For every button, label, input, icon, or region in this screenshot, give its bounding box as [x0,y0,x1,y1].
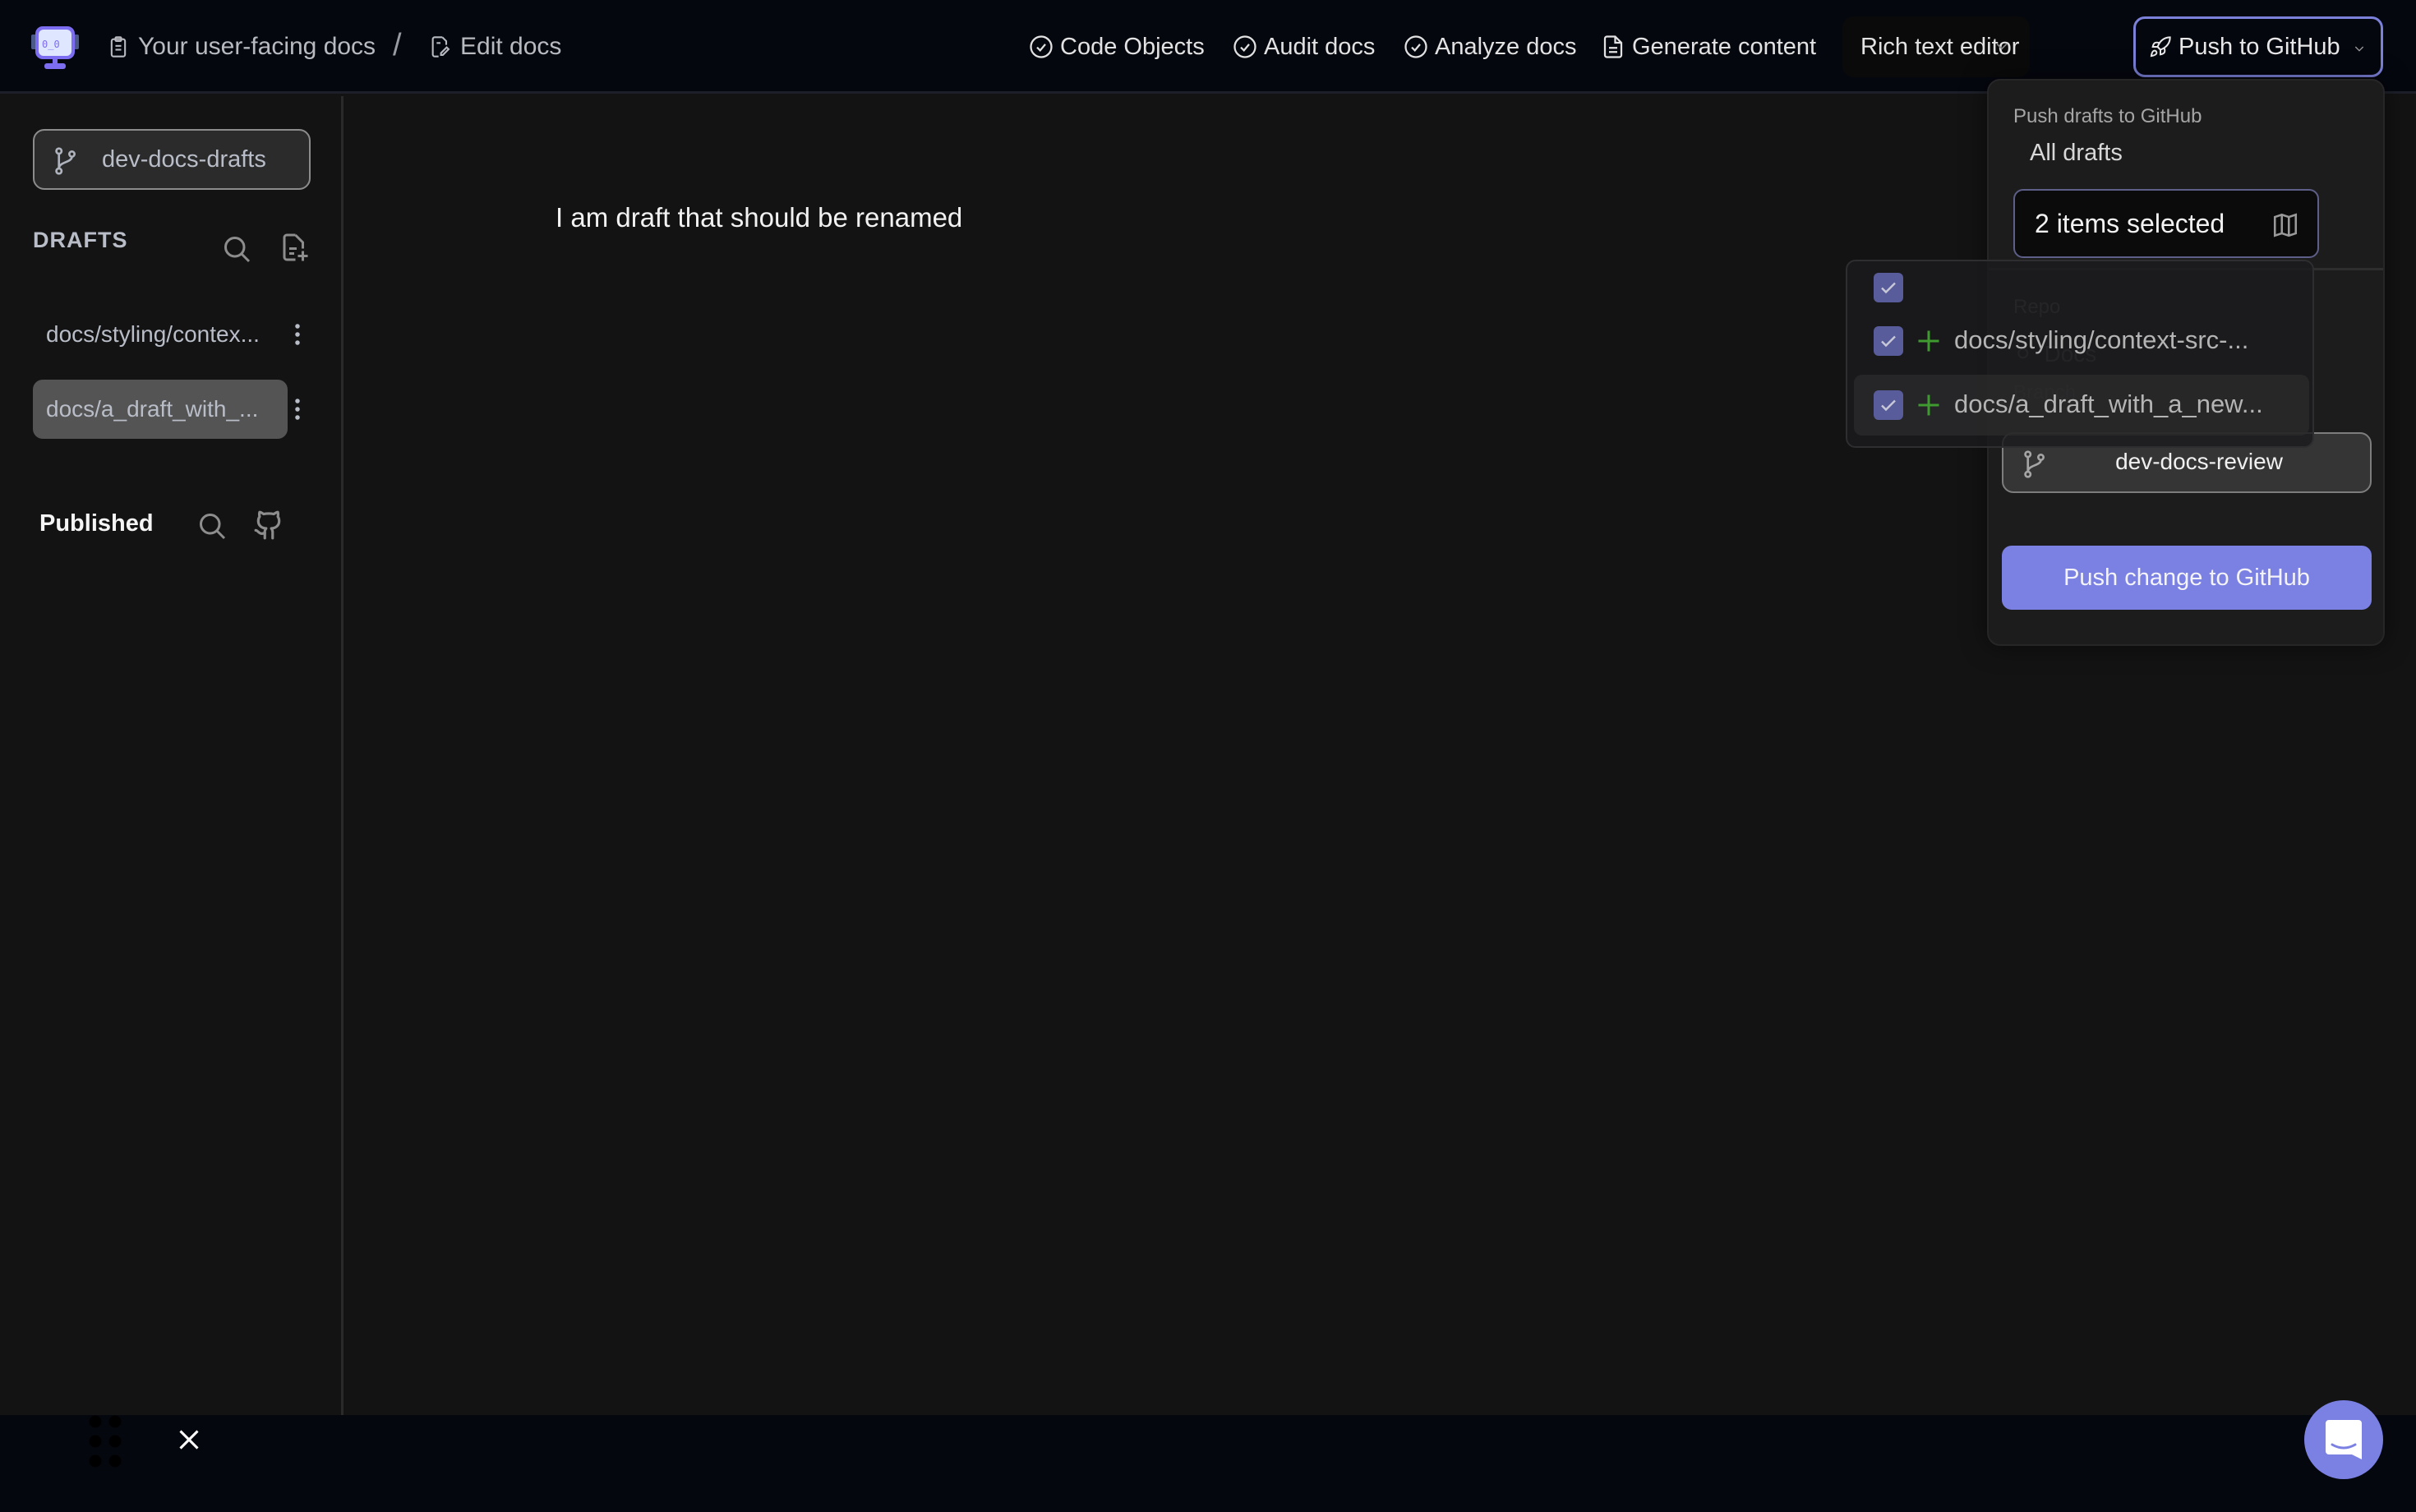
app-logo-icon[interactable]: 0_0 [31,25,79,71]
breadcrumb-separator: / [393,28,402,62]
push-to-github-button[interactable]: Push to GitHub [2133,16,2383,77]
drafts-heading: DRAFTS [33,228,128,252]
editor-content[interactable]: I am draft that should be renamed [556,202,962,233]
nav-audit-docs[interactable]: Audit docs [1233,28,1375,66]
multiselect-option[interactable]: docs/styling/context-src-... [1854,311,2309,371]
check-icon [1881,399,1896,412]
check-circle-icon [1233,35,1256,58]
git-branch-icon [55,147,76,175]
option-checkbox[interactable] [1874,326,1903,356]
push-change-button[interactable]: Push change to GitHub [2002,546,2372,610]
check-circle-icon [1404,35,1427,58]
popover-heading: Push drafts to GitHub [2013,105,2202,127]
select-all-checkbox[interactable] [1874,273,1903,302]
chevron-down-icon [2354,46,2364,52]
option-label: docs/styling/context-src-... [1954,325,2249,354]
chevron-down-icon [1996,43,2008,50]
breadcrumb-docs-project[interactable]: Your user-facing docs [107,28,376,66]
option-checkbox[interactable] [1874,390,1903,420]
draft-scope-option[interactable]: All drafts [2030,140,2123,167]
chat-support-button[interactable] [2304,1400,2383,1479]
new-draft-icon[interactable] [279,233,309,262]
drafts-multiselect-options: docs/styling/context-src-... docs/a_draf… [1846,260,2314,448]
search-drafts-icon[interactable] [222,234,251,264]
drag-handle-icon[interactable] [89,1413,122,1468]
search-published-icon[interactable] [197,511,227,541]
bottom-bar [0,1415,2416,1512]
breadcrumb-label: Edit docs [460,33,562,60]
sidebar: dev-docs-drafts DRAFTS docs/styling/cont… [0,96,343,1415]
nav-label: Code Objects [1060,33,1205,60]
check-icon [1881,282,1896,294]
rocket-icon [2150,36,2171,58]
svg-text:0_0: 0_0 [42,39,60,50]
nav-analyze-docs[interactable]: Analyze docs [1404,28,1577,66]
chat-bubble-icon [2326,1420,2362,1459]
map-icon [2273,213,2298,237]
nav-label: Analyze docs [1435,33,1577,60]
drafts-multiselect[interactable]: 2 items selected [2013,189,2319,258]
draft-item-label: docs/styling/contex... [46,321,260,347]
published-heading: Published [39,510,154,537]
file-edit-icon [431,36,450,58]
nav-code-objects[interactable]: Code Objects [1029,28,1205,66]
branch-selector[interactable]: dev-docs-drafts [33,129,311,190]
more-options-icon[interactable] [293,322,302,347]
file-text-icon [1603,35,1623,58]
more-options-icon[interactable] [293,397,302,422]
check-circle-icon [1030,35,1053,58]
nav-label: Generate content [1632,33,1817,60]
breadcrumb-edit-docs[interactable]: Edit docs [429,28,561,66]
branch-name: dev-docs-drafts [102,145,266,173]
editor-mode-select[interactable]: Rich text editor [1842,16,2030,77]
nav-generate-content[interactable]: Generate content [1601,28,1816,66]
github-icon[interactable] [253,509,284,542]
added-plus-icon [1918,330,1939,352]
close-icon[interactable] [178,1428,201,1451]
draft-item-active[interactable]: docs/a_draft_with_... [33,380,288,439]
added-plus-icon [1918,394,1939,416]
breadcrumb-label: Your user-facing docs [138,33,376,60]
multiselect-option[interactable]: docs/a_draft_with_a_new... [1854,375,2309,436]
selection-summary: 2 items selected [2035,209,2225,238]
option-label: docs/a_draft_with_a_new... [1954,390,2263,418]
target-branch-name: dev-docs-review [2115,449,2283,474]
draft-item[interactable]: docs/styling/contex... [33,305,288,364]
check-icon [1881,335,1896,348]
draft-item-label: docs/a_draft_with_... [46,396,259,422]
clipboard-icon [110,36,127,58]
nav-label: Audit docs [1264,33,1376,60]
push-to-github-label: Push to GitHub [2179,33,2340,60]
